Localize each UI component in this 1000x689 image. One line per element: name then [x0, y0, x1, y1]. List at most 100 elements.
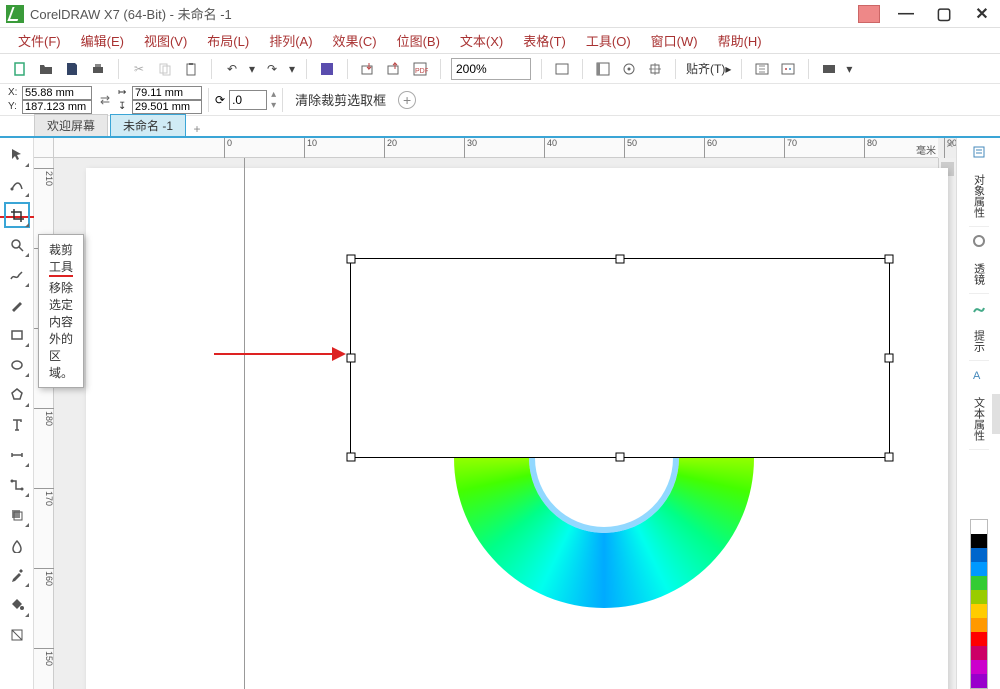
crop-handle-e[interactable] — [885, 354, 894, 363]
menu-item-4[interactable]: 排列(A) — [259, 28, 322, 53]
fullscreen-preview-icon[interactable] — [552, 59, 572, 79]
zoom-tool-icon[interactable] — [4, 232, 30, 258]
save-icon[interactable] — [62, 59, 82, 79]
parallel-dimension-tool-icon[interactable] — [4, 442, 30, 468]
transparency-tool-icon[interactable] — [4, 532, 30, 558]
tab-welcome[interactable]: 欢迎屏幕 — [34, 114, 108, 136]
color-swatch[interactable] — [971, 576, 987, 590]
color-swatch[interactable] — [971, 660, 987, 674]
new-document-icon[interactable] — [10, 59, 30, 79]
menu-item-9[interactable]: 工具(O) — [576, 28, 641, 53]
color-swatch[interactable] — [971, 534, 987, 548]
width-input[interactable] — [132, 86, 202, 100]
tab-add-button[interactable]: + — [188, 122, 206, 136]
eyedropper-tool-icon[interactable] — [4, 562, 30, 588]
zoom-level-select[interactable] — [451, 58, 531, 80]
menu-item-7[interactable]: 文本(X) — [450, 28, 513, 53]
connector-tool-icon[interactable] — [4, 472, 30, 498]
smart-fill-tool-icon[interactable] — [4, 622, 30, 648]
color-swatch[interactable] — [971, 562, 987, 576]
publish-pdf-icon[interactable]: PDF — [410, 59, 430, 79]
shape-tool-icon[interactable] — [4, 172, 30, 198]
undo-dropdown-icon[interactable]: ▾ — [248, 59, 256, 79]
menu-item-5[interactable]: 效果(C) — [323, 28, 387, 53]
y-position-input[interactable] — [22, 100, 92, 114]
x-position-input[interactable] — [22, 86, 92, 100]
freehand-tool-icon[interactable] — [4, 262, 30, 288]
polygon-tool-icon[interactable] — [4, 382, 30, 408]
menu-item-10[interactable]: 窗口(W) — [641, 28, 708, 53]
color-swatch[interactable] — [971, 674, 987, 688]
color-swatch[interactable] — [971, 548, 987, 562]
text-tool-icon[interactable] — [4, 412, 30, 438]
tab-object-properties[interactable]: 对象属性 — [969, 166, 989, 227]
clear-crop-button[interactable]: 清除裁剪选取框 — [289, 90, 392, 109]
minimize-button[interactable]: — — [894, 5, 918, 23]
menu-item-11[interactable]: 帮助(H) — [708, 28, 772, 53]
crop-handle-w[interactable] — [347, 354, 356, 363]
menu-item-6[interactable]: 位图(B) — [387, 28, 450, 53]
customize-dropdown-icon[interactable]: ▾ — [845, 59, 853, 79]
undo-icon[interactable]: ↶ — [222, 59, 242, 79]
close-panel-icon[interactable]: ✕ — [946, 140, 954, 151]
tab-lens[interactable]: 透镜 — [969, 255, 989, 294]
cut-icon[interactable]: ✂ — [129, 59, 149, 79]
text-properties-icon[interactable]: A — [969, 365, 989, 385]
show-grid-icon[interactable] — [619, 59, 639, 79]
customize-toolbar-icon[interactable] — [819, 59, 839, 79]
menu-item-0[interactable]: 文件(F) — [8, 28, 71, 53]
color-palette[interactable] — [970, 519, 988, 689]
color-swatch[interactable] — [971, 646, 987, 660]
menu-item-1[interactable]: 编辑(E) — [71, 28, 134, 53]
menu-item-8[interactable]: 表格(T) — [513, 28, 576, 53]
crop-handle-sw[interactable] — [347, 453, 356, 462]
crop-handle-n[interactable] — [616, 255, 625, 264]
crop-selection-rectangle[interactable] — [350, 258, 890, 458]
add-options-button[interactable]: + — [398, 91, 416, 109]
copy-icon[interactable] — [155, 59, 175, 79]
color-swatch[interactable] — [971, 520, 987, 534]
redo-dropdown-icon[interactable]: ▾ — [288, 59, 296, 79]
app-launcher-icon[interactable] — [778, 59, 798, 79]
artistic-media-tool-icon[interactable] — [4, 292, 30, 318]
crop-handle-se[interactable] — [885, 453, 894, 462]
tab-document[interactable]: 未命名 -1 — [110, 114, 186, 136]
pick-tool-icon[interactable] — [4, 142, 30, 168]
height-input[interactable] — [132, 100, 202, 114]
rectangle-tool-icon[interactable] — [4, 322, 30, 348]
color-swatch[interactable] — [971, 618, 987, 632]
rotation-stepper[interactable]: ▴▾ — [271, 89, 276, 111]
close-button[interactable]: ✕ — [970, 5, 994, 23]
crop-handle-nw[interactable] — [347, 255, 356, 264]
show-rulers-icon[interactable] — [593, 59, 613, 79]
horizontal-ruler[interactable]: 毫米 0102030405060708090100 — [54, 138, 938, 158]
ellipse-tool-icon[interactable] — [4, 352, 30, 378]
print-icon[interactable] — [88, 59, 108, 79]
redo-icon[interactable]: ↷ — [262, 59, 282, 79]
crop-tool-icon[interactable] — [4, 202, 30, 228]
vertical-guideline[interactable] — [244, 158, 245, 689]
color-swatch[interactable] — [971, 590, 987, 604]
options-icon[interactable] — [752, 59, 772, 79]
color-swatch[interactable] — [971, 632, 987, 646]
user-account-icon[interactable] — [858, 5, 880, 23]
show-guidelines-icon[interactable] — [645, 59, 665, 79]
search-content-icon[interactable] — [317, 59, 337, 79]
menu-item-2[interactable]: 视图(V) — [134, 28, 197, 53]
ruler-origin-corner[interactable] — [34, 138, 54, 158]
crop-handle-s[interactable] — [616, 453, 625, 462]
export-icon[interactable] — [384, 59, 404, 79]
tab-hints[interactable]: 提示 — [969, 322, 989, 361]
snap-to-dropdown[interactable]: 贴齐(T) ▸ — [686, 59, 731, 79]
color-swatch[interactable] — [971, 604, 987, 618]
drop-shadow-tool-icon[interactable] — [4, 502, 30, 528]
paste-icon[interactable] — [181, 59, 201, 79]
crop-handle-ne[interactable] — [885, 255, 894, 264]
interactive-fill-tool-icon[interactable] — [4, 592, 30, 618]
object-properties-icon[interactable] — [969, 142, 989, 162]
maximize-button[interactable]: ▢ — [932, 5, 956, 23]
menu-item-3[interactable]: 布局(L) — [197, 28, 259, 53]
hints-icon[interactable] — [969, 298, 989, 318]
tab-text-properties[interactable]: 文本属性 — [969, 389, 989, 450]
lens-icon[interactable] — [969, 231, 989, 251]
